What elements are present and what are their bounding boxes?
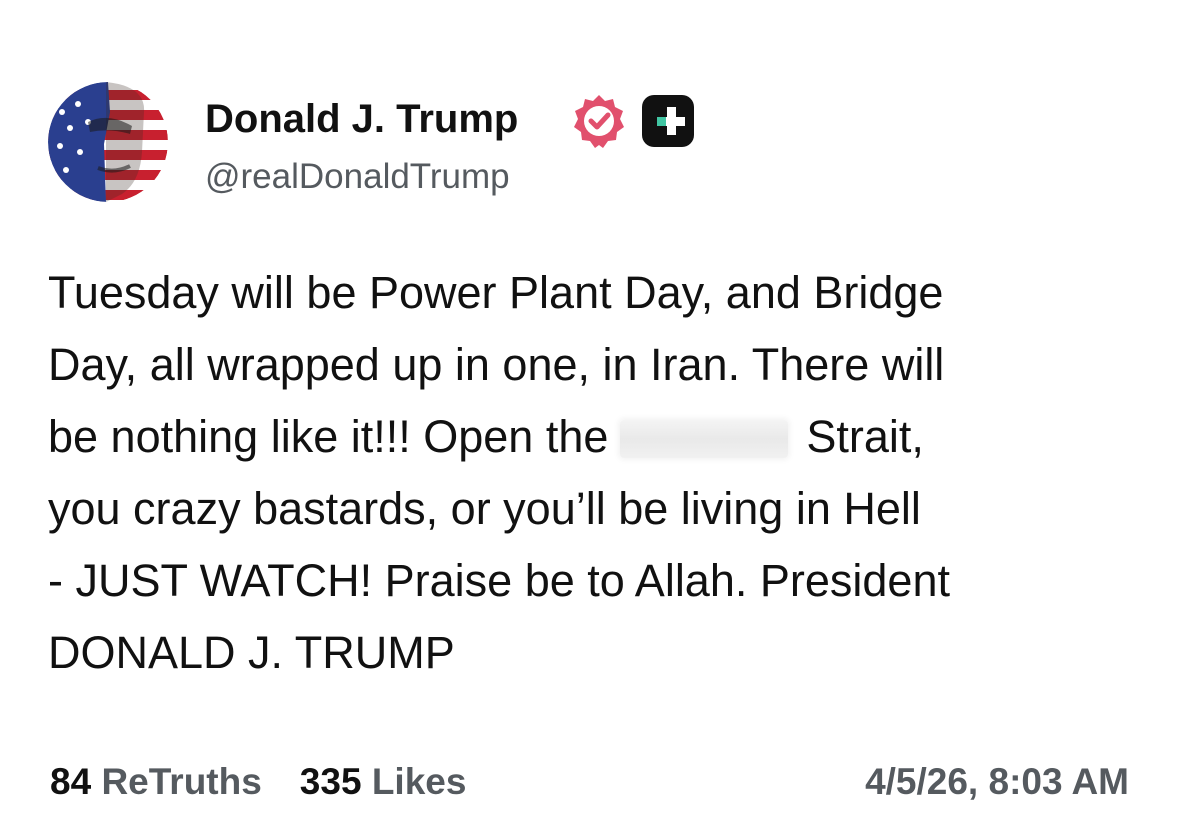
verified-badge-icon xyxy=(574,95,624,148)
post-line-segment: Strait, xyxy=(806,411,924,462)
likes-stat[interactable]: 335 Likes xyxy=(300,761,467,802)
author-display-name[interactable]: Donald J. Trump xyxy=(205,93,518,145)
author-handle[interactable]: @realDonaldTrump xyxy=(205,154,510,200)
post-stats: 84 ReTruths 335 Likes xyxy=(50,758,466,806)
post-line-segment: be nothing like it!!! Open the xyxy=(48,411,609,462)
post-line: - JUST WATCH! Praise be to Allah. Presid… xyxy=(48,555,950,606)
retruths-count: 84 xyxy=(50,761,92,802)
retruths-label: ReTruths xyxy=(101,761,262,802)
post-line: Tuesday will be Power Plant Day, and Bri… xyxy=(48,267,944,318)
plus-badge-icon xyxy=(642,95,694,147)
post-text: Tuesday will be Power Plant Day, and Bri… xyxy=(48,257,1158,689)
post-line: DONALD J. TRUMP xyxy=(48,627,455,678)
post-line: be nothing like it!!! Open the Strait, xyxy=(48,401,1158,473)
likes-label: Likes xyxy=(371,761,467,802)
flag-portrait-avatar xyxy=(48,82,168,202)
likes-count: 335 xyxy=(299,761,362,802)
redacted-word xyxy=(620,420,789,458)
post-line: you crazy bastards, or you’ll be living … xyxy=(48,483,921,534)
post-line: Day, all wrapped up in one, in Iran. The… xyxy=(48,339,945,390)
avatar[interactable] xyxy=(48,82,168,202)
retruths-stat[interactable]: 84 ReTruths xyxy=(50,761,262,802)
post-timestamp[interactable]: 4/5/26, 8:03 AM xyxy=(865,758,1129,806)
